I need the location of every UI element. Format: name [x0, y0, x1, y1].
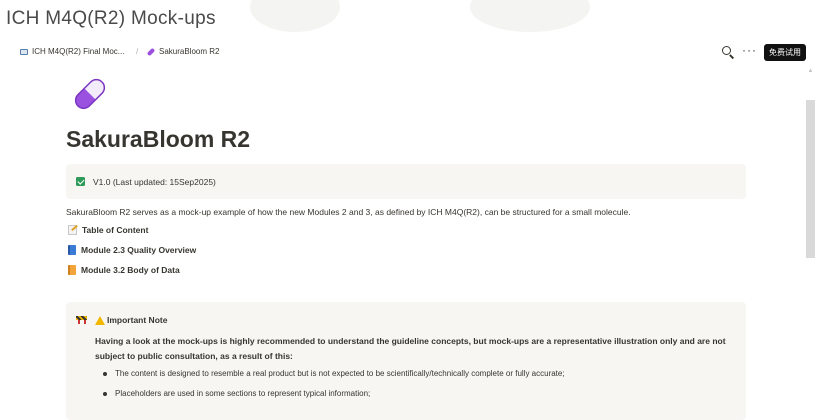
note-body: Having a look at the mock-ups is highly …	[95, 336, 726, 361]
link-label: Module 2.3 Quality Overview	[81, 245, 197, 255]
memo-icon	[68, 225, 77, 235]
warning-icon	[95, 315, 105, 325]
pill-icon	[146, 47, 156, 56]
link-module-2-3[interactable]: Module 2.3 Quality Overview	[68, 245, 196, 255]
check-mark-icon	[76, 177, 85, 186]
link-module-3-2[interactable]: Module 3.2 Body of Data	[68, 265, 180, 275]
site-title: ICH M4Q(R2) Mock-ups	[6, 8, 216, 29]
version-text: V1.0 (Last updated: 15Sep2025)	[93, 177, 216, 187]
breadcrumb-label: SakuraBloom R2	[159, 47, 220, 56]
pill-icon[interactable]	[70, 74, 110, 114]
breadcrumb-item-current[interactable]: SakuraBloom R2	[146, 47, 220, 56]
page-title: SakuraBloom R2	[66, 126, 251, 152]
bullet-text: Placeholders are used in some sections t…	[115, 389, 371, 398]
note-heading-text: Important Note	[107, 315, 168, 325]
note-heading: Important Note	[95, 315, 167, 325]
note-bullet: The content is designed to resemble a re…	[103, 369, 565, 378]
page-banner: ICH M4Q(R2) Mock-ups	[0, 0, 829, 40]
breadcrumb-item-parent[interactable]: ICH M4Q(R2) Final Moc...	[20, 47, 124, 56]
breadcrumb-label: ICH M4Q(R2) Final Moc...	[32, 47, 125, 56]
construction-icon	[76, 315, 87, 324]
link-label: Module 3.2 Body of Data	[81, 265, 180, 275]
link-table-of-content[interactable]: Table of Content	[68, 225, 148, 235]
free-trial-button[interactable]: 免费试用	[764, 44, 806, 61]
link-label: Table of Content	[82, 225, 149, 235]
version-callout: V1.0 (Last updated: 15Sep2025)	[66, 164, 746, 199]
scroll-up-arrow[interactable]: ▲	[806, 68, 815, 76]
bullet-text: The content is designed to resemble a re…	[115, 369, 565, 378]
orange-book-icon	[68, 265, 76, 275]
page-description: SakuraBloom R2 serves as a mock-up examp…	[66, 207, 631, 217]
top-bar: ICH M4Q(R2) Final Moc... / SakuraBloom R…	[0, 42, 829, 66]
bullet-dot	[103, 372, 107, 376]
book-icon	[20, 48, 28, 55]
banner-decoration	[470, 0, 590, 32]
note-bullet: Placeholders are used in some sections t…	[103, 389, 370, 398]
more-options-button[interactable]: ···	[742, 43, 757, 57]
important-note-callout: Important Note Having a look at the mock…	[66, 302, 746, 420]
banner-decoration	[250, 0, 340, 32]
breadcrumb-separator: /	[136, 47, 139, 56]
bullet-dot	[103, 392, 107, 396]
search-icon[interactable]	[721, 45, 735, 59]
scrollbar-thumb[interactable]	[806, 100, 815, 258]
blue-book-icon	[68, 245, 76, 255]
